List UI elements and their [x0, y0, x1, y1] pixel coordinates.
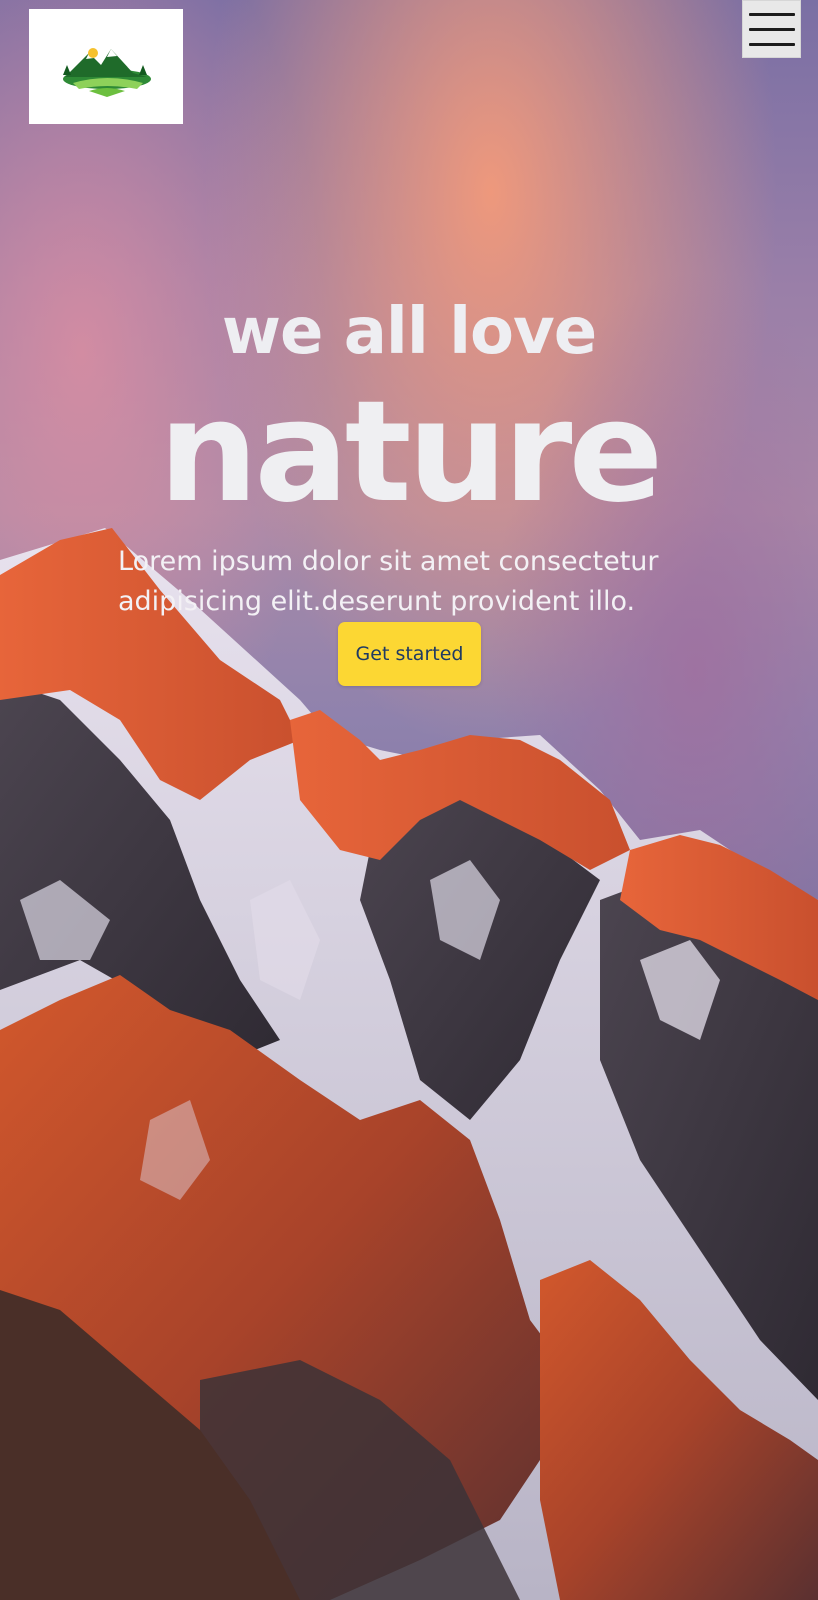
hamburger-menu-icon-bar — [749, 43, 795, 46]
mountain-background-image — [0, 0, 818, 1600]
hero-section: we all love nature Lorem ipsum dolor sit… — [0, 0, 818, 1600]
mountain-logo-icon — [63, 48, 151, 97]
get-started-button[interactable]: Get started — [338, 622, 481, 686]
hamburger-menu-icon — [749, 13, 795, 16]
hero-headline: nature — [158, 371, 664, 534]
site-logo[interactable] — [29, 9, 183, 124]
hero-description: Lorem ipsum dolor sit amet consectetur a… — [118, 546, 659, 617]
hero-tagline: we all love — [221, 295, 597, 369]
hamburger-menu-icon-bar — [749, 28, 795, 31]
hamburger-menu-button[interactable] — [742, 0, 801, 58]
